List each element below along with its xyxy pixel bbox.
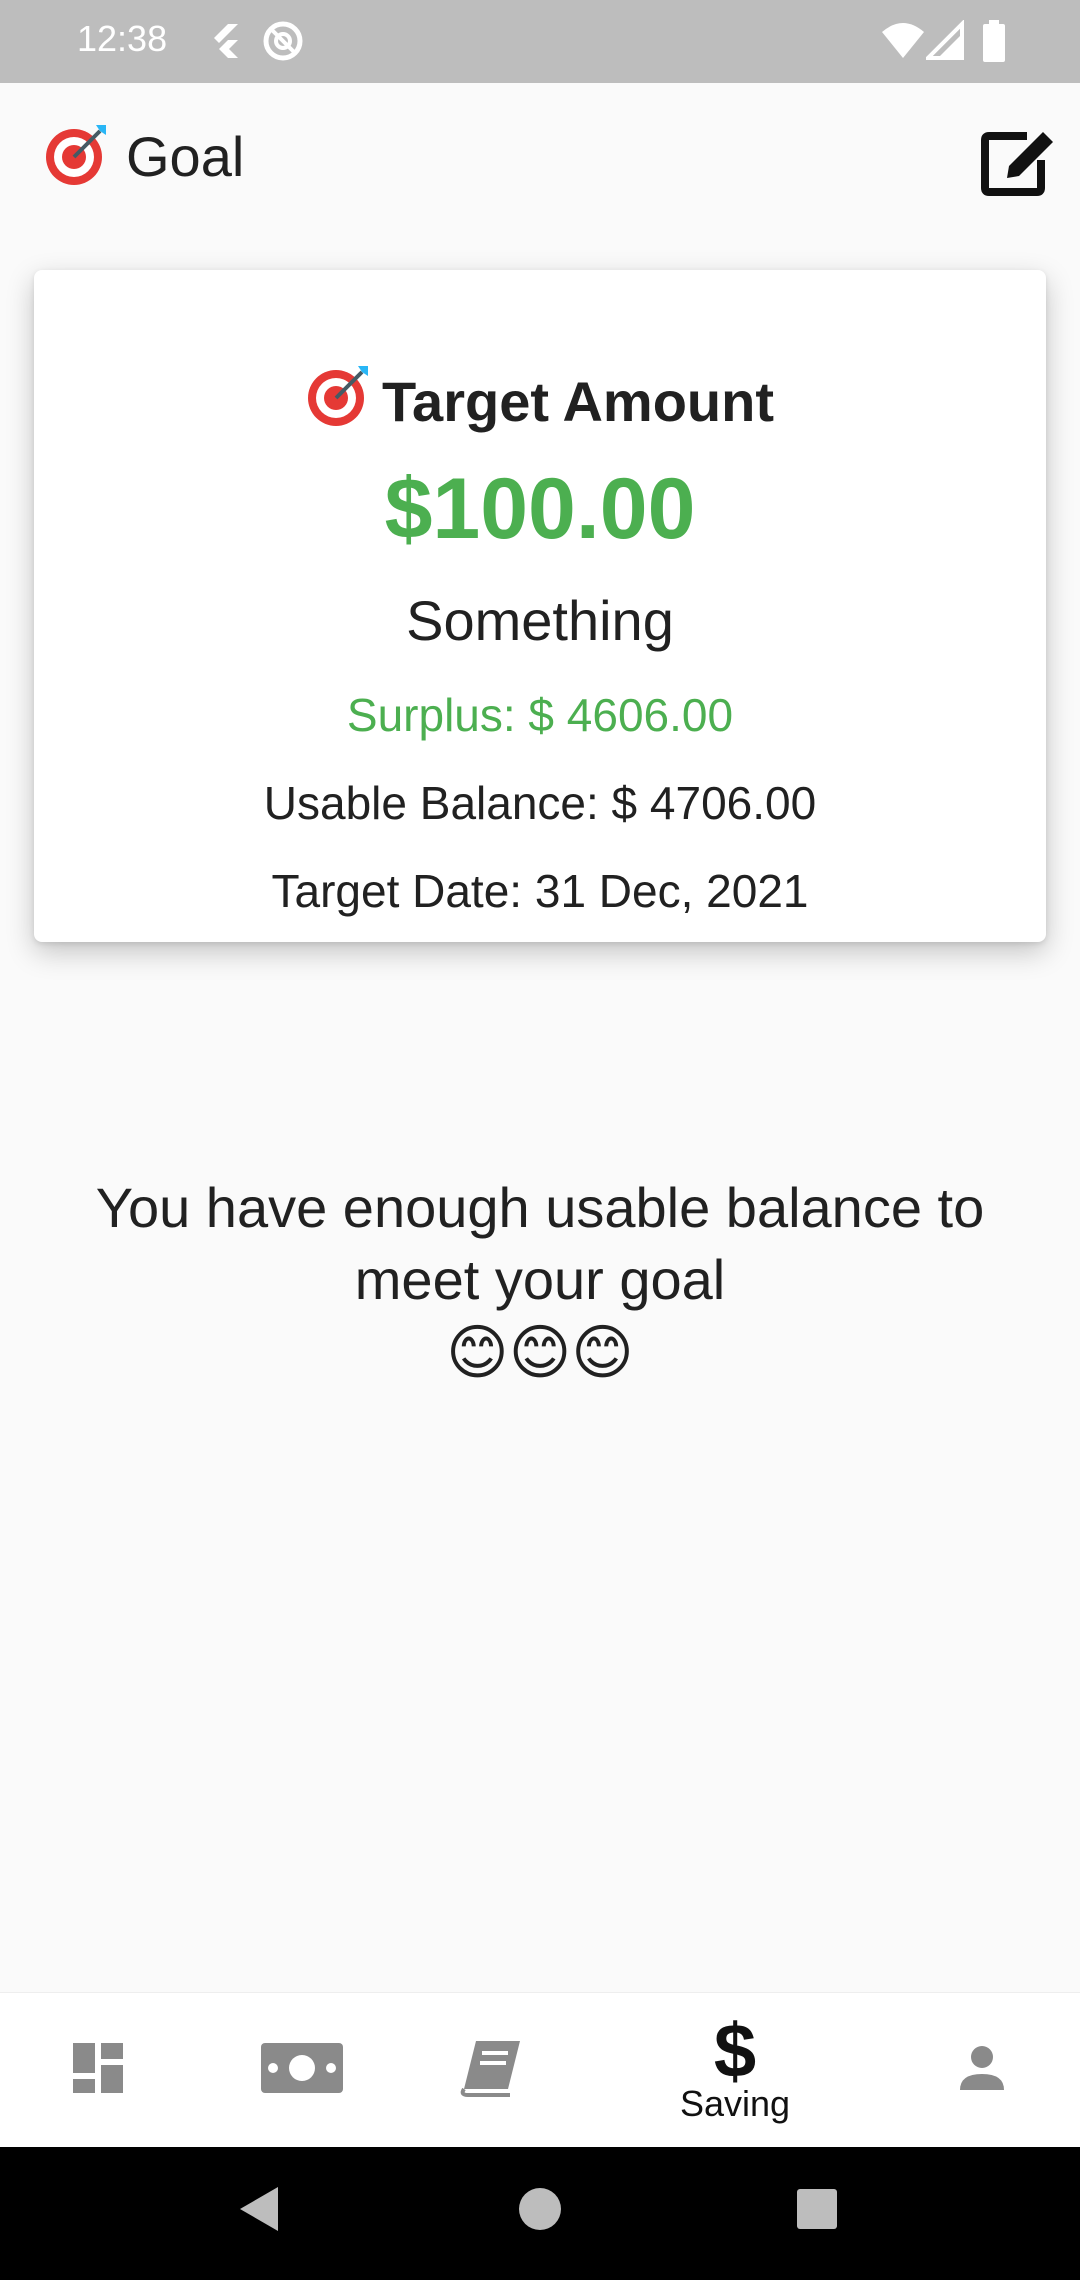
- edit-square-icon: [981, 126, 1059, 201]
- target-icon: [306, 362, 372, 441]
- recents-icon[interactable]: [794, 2183, 840, 2240]
- usable-balance-value: Usable Balance: $ 4706.00: [263, 777, 817, 829]
- target-card: Target Amount $100.00 Something Surplus:…: [34, 270, 1046, 942]
- wifi-icon: [880, 20, 926, 65]
- surplus-value: Surplus: $ 4606.00: [346, 689, 734, 741]
- target-amount: $100.00: [384, 461, 696, 557]
- app-bar: Goal: [0, 83, 1080, 243]
- battery-icon: [982, 20, 1006, 67]
- money-icon: [259, 2041, 345, 2100]
- page-title: Goal: [126, 125, 245, 188]
- nav-item-book[interactable]: [446, 1993, 536, 2148]
- card-heading-label: Target Amount: [382, 370, 774, 433]
- dashboard-icon: [71, 2041, 125, 2100]
- nav-label-saving: Saving: [679, 2082, 791, 2124]
- back-icon[interactable]: [236, 2183, 282, 2240]
- status-bar: 12:38: [0, 0, 1080, 83]
- home-icon[interactable]: [516, 2183, 564, 2240]
- person-icon: [958, 2044, 1006, 2097]
- do-not-disturb-icon: [262, 20, 304, 67]
- cellular-signal-icon: [923, 19, 966, 65]
- bottom-navigation: $ Saving: [0, 1992, 1080, 2147]
- nav-item-dashboard[interactable]: [50, 1993, 146, 2148]
- flutter-icon: [204, 20, 244, 65]
- smiley-emojis: 😊😊😊: [446, 1319, 634, 1386]
- nav-item-saving[interactable]: $ Saving: [660, 1993, 810, 2148]
- goal-status-message: You have enough usable balance to meet y…: [95, 1176, 985, 1311]
- system-navigation-bar: [0, 2147, 1080, 2280]
- goal-name: Something: [406, 589, 674, 652]
- app-title: Goal: [44, 121, 244, 192]
- dollar-icon: $: [713, 2008, 757, 2094]
- nav-item-profile[interactable]: [940, 1993, 1024, 2148]
- nav-item-money[interactable]: [252, 1993, 352, 2148]
- edit-goal-button[interactable]: [980, 123, 1060, 203]
- target-date-value: Target Date: 31 Dec, 2021: [271, 865, 809, 917]
- status-time: 12:38: [77, 18, 168, 59]
- book-icon: [458, 2039, 524, 2102]
- target-icon: [44, 121, 110, 192]
- card-heading: Target Amount: [34, 362, 1046, 441]
